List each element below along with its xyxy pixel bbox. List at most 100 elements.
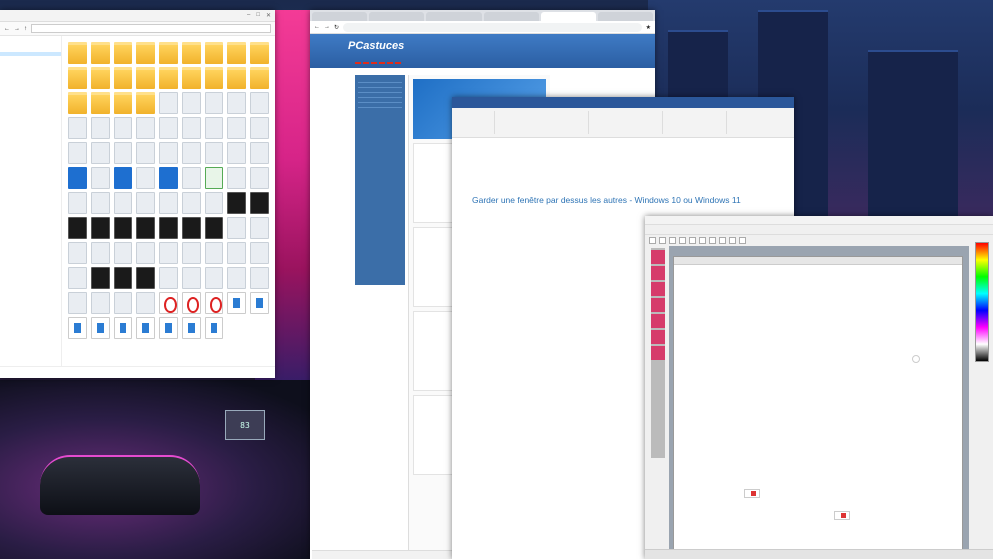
file-thumbnail[interactable] [68, 267, 87, 289]
file-thumbnail[interactable] [159, 217, 178, 239]
file-thumbnail[interactable] [250, 142, 269, 164]
file-thumbnail[interactable] [68, 117, 87, 139]
folder-icon[interactable] [227, 67, 247, 89]
browser-tab[interactable] [597, 12, 654, 21]
sidebar-link[interactable] [358, 103, 402, 108]
file-thumbnail[interactable] [159, 167, 178, 189]
layer-thumb[interactable] [651, 282, 665, 296]
file-thumbnail[interactable] [113, 117, 133, 139]
folder-icon[interactable] [136, 42, 156, 64]
file-thumbnail[interactable] [181, 317, 201, 339]
folder-icon[interactable] [250, 67, 269, 89]
file-thumbnail[interactable] [181, 167, 201, 189]
tool-button[interactable] [669, 237, 676, 244]
layer-thumb[interactable] [651, 346, 665, 360]
file-thumbnail[interactable] [181, 92, 201, 114]
file-thumbnail[interactable] [204, 292, 224, 314]
nav-item[interactable] [0, 60, 61, 64]
file-thumbnail[interactable] [68, 192, 87, 214]
file-thumbnail[interactable] [113, 167, 133, 189]
ribbon-group[interactable] [593, 111, 663, 134]
pcastuces-menu-item[interactable] [363, 62, 369, 64]
file-explorer-window[interactable]: – □ ✕ ← → ↑ [0, 10, 275, 378]
file-thumbnail[interactable] [227, 192, 247, 214]
file-thumbnail[interactable] [136, 117, 156, 139]
file-thumbnail[interactable] [68, 317, 87, 339]
browser-tab[interactable] [483, 12, 539, 21]
folder-icon[interactable] [204, 42, 224, 64]
layer-thumb[interactable] [651, 330, 665, 344]
file-thumbnail[interactable] [90, 317, 110, 339]
close-icon[interactable]: ✕ [266, 12, 271, 19]
forward-arrow-icon[interactable]: → [14, 26, 20, 32]
file-thumbnail[interactable] [204, 92, 224, 114]
file-thumbnail[interactable] [68, 292, 87, 314]
folder-icon[interactable] [90, 92, 110, 114]
folder-icon[interactable] [136, 92, 156, 114]
file-thumbnail[interactable] [113, 217, 133, 239]
file-thumbnail[interactable] [136, 267, 156, 289]
file-thumbnail[interactable] [227, 292, 247, 314]
file-thumbnail[interactable] [113, 242, 133, 264]
file-thumbnail[interactable] [227, 217, 247, 239]
layer-thumb[interactable] [651, 298, 665, 312]
maximize-icon[interactable]: □ [256, 12, 260, 19]
file-thumbnail[interactable] [136, 167, 156, 189]
file-thumbnail[interactable] [227, 117, 247, 139]
tool-button[interactable] [659, 237, 666, 244]
file-thumbnail[interactable] [181, 292, 201, 314]
up-arrow-icon[interactable]: ↑ [24, 26, 27, 32]
browser-tab[interactable] [369, 12, 425, 21]
back-arrow-icon[interactable]: ← [4, 26, 10, 32]
folder-icon[interactable] [181, 42, 201, 64]
folder-icon[interactable] [68, 67, 87, 89]
file-thumbnail[interactable] [159, 192, 178, 214]
file-thumbnail[interactable] [227, 92, 247, 114]
folder-icon[interactable] [250, 42, 269, 64]
file-thumbnail[interactable] [90, 267, 110, 289]
file-thumbnail[interactable] [250, 242, 269, 264]
tool-button[interactable] [679, 237, 686, 244]
file-thumbnail[interactable] [159, 242, 178, 264]
paint-canvas[interactable] [673, 256, 963, 552]
file-thumbnail[interactable] [250, 92, 269, 114]
file-thumbnail[interactable] [136, 192, 156, 214]
file-thumbnail[interactable] [90, 192, 110, 214]
folder-icon[interactable] [204, 67, 224, 89]
file-thumbnail[interactable] [250, 217, 269, 239]
file-thumbnail[interactable] [227, 267, 247, 289]
layer-thumb[interactable] [651, 266, 665, 280]
explorer-address-bar[interactable] [31, 24, 271, 33]
layer-thumb[interactable] [651, 314, 665, 328]
paint-titlebar[interactable] [645, 216, 993, 225]
file-thumbnail[interactable] [159, 92, 178, 114]
folder-icon[interactable] [113, 42, 133, 64]
file-thumbnail[interactable] [90, 167, 110, 189]
folder-icon[interactable] [159, 42, 178, 64]
tool-button[interactable] [689, 237, 696, 244]
paint-window[interactable] [645, 216, 993, 559]
file-thumbnail[interactable] [159, 117, 178, 139]
file-thumbnail[interactable] [250, 117, 269, 139]
file-thumbnail[interactable] [181, 192, 201, 214]
tool-button[interactable] [729, 237, 736, 244]
file-thumbnail[interactable] [204, 117, 224, 139]
pcastuces-logo[interactable]: PCastuces [348, 40, 404, 52]
extensions-icon[interactable]: ★ [646, 24, 651, 31]
file-thumbnail[interactable] [68, 142, 87, 164]
file-thumbnail[interactable] [136, 317, 156, 339]
file-thumbnail[interactable] [204, 242, 224, 264]
file-thumbnail[interactable] [90, 217, 110, 239]
pcastuces-menu-item[interactable] [355, 62, 361, 64]
file-thumbnail[interactable] [90, 117, 110, 139]
folder-icon[interactable] [90, 67, 110, 89]
tool-button[interactable] [739, 237, 746, 244]
file-thumbnail[interactable] [68, 242, 87, 264]
file-thumbnail[interactable] [90, 142, 110, 164]
file-thumbnail[interactable] [113, 317, 133, 339]
browser-url-bar[interactable] [343, 22, 642, 32]
folder-icon[interactable] [181, 67, 201, 89]
browser-tab[interactable] [312, 12, 368, 21]
canvas-badge[interactable] [834, 511, 850, 520]
folder-icon[interactable] [159, 67, 178, 89]
